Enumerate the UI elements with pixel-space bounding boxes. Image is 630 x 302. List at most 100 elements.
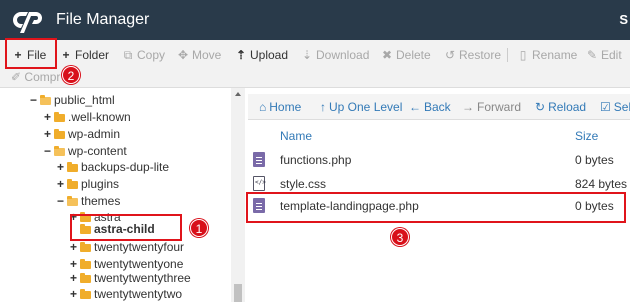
- select-all-label: Sele: [613, 100, 630, 114]
- back-button[interactable]: ← Back: [409, 99, 451, 115]
- compress-button[interactable]: ✐ Compr: [11, 69, 60, 85]
- collapse-toggle[interactable]: −: [44, 142, 53, 160]
- folder-icon: [80, 259, 91, 269]
- undo-icon: ↺: [444, 48, 456, 62]
- tree-item-label: wp-content: [68, 144, 127, 158]
- tree-item-backups-dup-lite[interactable]: + backups-dup-lite: [57, 158, 169, 176]
- up-one-level-label: Up One Level: [329, 100, 403, 114]
- file-name: functions.php: [280, 153, 352, 167]
- app-header: File Manager S: [0, 0, 630, 40]
- reload-button[interactable]: ↻ Reload: [535, 99, 586, 115]
- tree-item-wp-admin[interactable]: + wp-admin: [44, 125, 120, 143]
- expand-toggle[interactable]: +: [70, 285, 79, 302]
- move-button[interactable]: ✥ Move: [177, 45, 221, 65]
- app-title: File Manager: [56, 11, 150, 28]
- move-label: Move: [192, 48, 222, 62]
- tree-item-label: twentytwentyfour: [94, 240, 185, 254]
- column-header-name[interactable]: Name: [280, 129, 312, 143]
- forward-label: Forward: [477, 100, 522, 114]
- folder-icon: [67, 162, 78, 172]
- forward-button[interactable]: → Forward: [462, 99, 521, 115]
- forward-arrow-icon: →: [462, 100, 474, 114]
- tree-item-label: backups-dup-lite: [81, 160, 170, 174]
- tree-scrollbar[interactable]: [231, 88, 245, 302]
- scroll-up-arrow-icon[interactable]: [235, 92, 241, 96]
- php-file-icon: [253, 152, 265, 167]
- header-user-initial[interactable]: S: [619, 12, 628, 27]
- new-folder-button[interactable]: + Folder: [60, 45, 109, 65]
- compress-label: Compr: [24, 70, 61, 84]
- home-label: Home: [269, 100, 302, 114]
- table-row[interactable]: functions.php 0 bytes: [248, 149, 630, 171]
- tree-item-label: twentytwentytwo: [94, 287, 183, 301]
- expand-toggle[interactable]: +: [44, 108, 53, 126]
- back-arrow-icon: ←: [409, 100, 421, 114]
- restore-label: Restore: [459, 48, 502, 62]
- delete-icon: ✖: [381, 48, 393, 62]
- restore-button[interactable]: ↺ Restore: [444, 45, 501, 65]
- upload-icon: ⇡: [235, 48, 247, 62]
- level-up-icon: ↑: [320, 100, 326, 114]
- table-header: Name Size: [248, 126, 630, 146]
- step-badge-3: 3: [391, 228, 409, 246]
- checkbox-icon: ☑: [600, 100, 611, 114]
- rename-label: Rename: [532, 48, 578, 62]
- highlight-template-file: [246, 192, 626, 223]
- copy-button[interactable]: ⧉ Copy: [122, 45, 165, 65]
- scrollbar-thumb[interactable]: [234, 284, 242, 302]
- folder-icon: [80, 242, 91, 252]
- edit-button[interactable]: ✎ Edit: [586, 45, 622, 65]
- pencil-icon: ✎: [586, 48, 598, 62]
- css-file-icon: </>: [253, 176, 266, 191]
- folder-open-icon: [67, 196, 78, 206]
- folder-icon: [80, 289, 91, 299]
- delete-button[interactable]: ✖ Delete: [381, 45, 431, 65]
- rename-button[interactable]: ▯ Rename: [517, 45, 578, 65]
- cpanel-logo-icon: [13, 12, 42, 33]
- download-icon: ⇣: [301, 48, 313, 62]
- tree-item-label: themes: [81, 194, 121, 208]
- tree-item-well-known[interactable]: + .well-known: [44, 108, 131, 126]
- upload-label: Upload: [250, 48, 289, 62]
- upload-button[interactable]: ⇡ Upload: [235, 45, 288, 65]
- back-label: Back: [424, 100, 451, 114]
- toolbar: + File + Folder ⧉ Copy ✥ Move ⇡ Upload ⇣ Downl…: [0, 40, 630, 88]
- expand-toggle[interactable]: +: [44, 125, 53, 143]
- new-folder-label: Folder: [75, 48, 110, 62]
- download-button[interactable]: ⇣ Download: [301, 45, 369, 65]
- step-badge-2: 2: [62, 66, 80, 84]
- file-icon: ▯: [519, 48, 527, 62]
- folder-icon: [80, 273, 91, 283]
- tree-item-label: twentytwentythree: [94, 271, 191, 285]
- tree-item-public-html[interactable]: − public_html: [30, 91, 115, 109]
- tree-item-plugins[interactable]: + plugins: [57, 175, 119, 193]
- copy-icon: ⧉: [123, 48, 133, 62]
- step-badge-1: 1: [190, 219, 208, 237]
- tree-item-label: wp-admin: [68, 127, 121, 141]
- home-button[interactable]: ⌂ Home: [259, 99, 301, 115]
- collapse-toggle[interactable]: −: [30, 91, 39, 109]
- expand-toggle[interactable]: +: [57, 158, 66, 176]
- delete-label: Delete: [396, 48, 431, 62]
- tree-item-label: .well-known: [68, 110, 131, 124]
- file-size: 0 bytes: [575, 153, 614, 167]
- highlight-file-button: [5, 38, 57, 69]
- folder-icon: [54, 129, 65, 139]
- reload-label: Reload: [548, 100, 587, 114]
- column-header-size[interactable]: Size: [575, 129, 598, 143]
- directory-tree: − public_html + .well-known + wp-admin − wp-…: [0, 88, 246, 302]
- folder-icon: [67, 179, 78, 189]
- reload-icon: ↻: [535, 100, 546, 114]
- copy-label: Copy: [137, 48, 166, 62]
- toolbar-divider: [507, 48, 508, 62]
- tree-item-twentytwentytwo[interactable]: + twentytwentytwo: [70, 285, 182, 302]
- folder-icon: [54, 112, 65, 122]
- collapse-toggle[interactable]: −: [57, 192, 66, 210]
- tree-item-label: plugins: [81, 177, 120, 191]
- folder-open-icon: [54, 146, 65, 156]
- expand-toggle[interactable]: +: [57, 175, 66, 193]
- select-all-button[interactable]: ☑Sele: [600, 99, 630, 115]
- plus-icon: +: [62, 48, 70, 62]
- folder-open-icon: [40, 95, 51, 105]
- up-one-level-button[interactable]: ↑ Up One Level: [320, 99, 402, 115]
